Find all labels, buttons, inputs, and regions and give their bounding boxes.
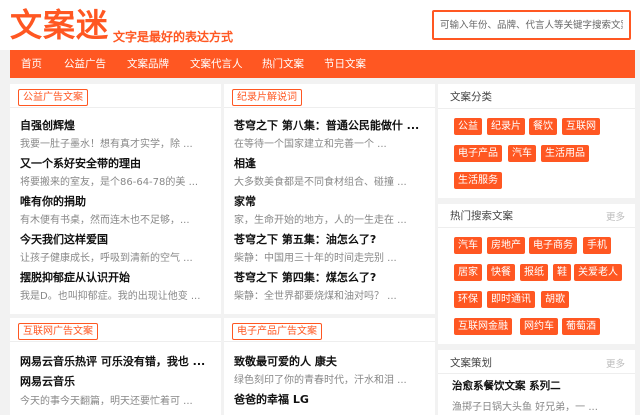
nav-hot[interactable]: 热门文案 xyxy=(262,50,304,78)
sidebar: 文案分类 公益 纪录片 餐饮 互联网 电子产品 汽车 生活用品 生活服务 热门搜… xyxy=(438,84,635,415)
divider xyxy=(438,198,635,204)
article-desc: 家，生命开始的地方，人的一生走在 ... xyxy=(234,215,407,226)
hot-tag[interactable]: 网约车 xyxy=(520,318,558,335)
sidebar-hot-title: 热门搜索文案 xyxy=(450,210,513,222)
category-tag[interactable]: 生活服务 xyxy=(454,172,502,189)
list-item[interactable]: 苍穹之下 第四集：煤怎么了? 柴静：全世界都要烧煤和油对吗？ ... xyxy=(234,268,424,306)
sidebar-cehua-title: 文案策划 xyxy=(450,357,492,369)
site-logo[interactable]: 文案迷 xyxy=(10,6,109,44)
article-title[interactable]: 苍穹之下 第八集：普通公民能做什 ... xyxy=(234,116,424,135)
section-gongyi: 公益广告文案 自强创辉煌 我要一肚子墨水！想有真才实学，除 ... 又一个系好安… xyxy=(10,84,221,314)
hot-tag[interactable]: 居家 xyxy=(454,264,482,281)
divider xyxy=(438,373,635,374)
cehua-item-title[interactable]: 治愈系餐饮文案 系列二 xyxy=(452,378,561,393)
list-item[interactable]: 又一个系好安全带的理由 将要搬来的室友，是个86-64-78的美 ... xyxy=(20,154,210,192)
nav-gongyi[interactable]: 公益广告 xyxy=(64,50,106,78)
section-tag-hulianwang[interactable]: 互联网广告文案 xyxy=(18,323,98,340)
divider xyxy=(438,344,635,350)
article-desc: 在等待一个国家建立和完善一个 ... xyxy=(234,139,387,150)
category-tag[interactable]: 餐饮 xyxy=(529,118,557,135)
article-desc: 我是D。也叫抑郁症。我的出现让他变 ... xyxy=(20,291,201,302)
hot-tag[interactable]: 房地产 xyxy=(487,237,525,254)
hot-tag[interactable]: 手机 xyxy=(583,237,611,254)
section-header: 公益广告文案 xyxy=(10,84,221,108)
article-title[interactable]: 唯有你的捐助 xyxy=(20,192,210,211)
hot-tag[interactable]: 环保 xyxy=(454,291,482,308)
category-tag[interactable]: 公益 xyxy=(454,118,482,135)
article-title[interactable]: 相逢 xyxy=(234,154,424,173)
article-title[interactable]: 摆脱抑郁症从认识开始 xyxy=(20,268,210,287)
list-item[interactable]: 唯有你的捐助 有木便有书桌，然而连木也不足够，... xyxy=(20,192,210,230)
article-title[interactable]: 家常 xyxy=(234,192,424,211)
article-desc: 今天的事今天翻篇，明天还要忙着可 ... xyxy=(20,396,193,407)
article-desc: 大多数美食都是不同食材组合、碰撞 ... xyxy=(234,177,407,188)
section-dianzi: 电子产品广告文案 致敬最可爱的人 康夫 绿色刻印了你的青春时代，汗水和泪 ...… xyxy=(224,318,435,415)
more-link[interactable]: 更多 xyxy=(606,209,625,223)
category-tag[interactable]: 互联网 xyxy=(562,118,600,135)
sidebar-categories-title: 文案分类 xyxy=(450,91,492,103)
nav-spokesperson[interactable]: 文案代言人 xyxy=(190,50,243,78)
list-item[interactable]: 苍穹之下 第八集：普通公民能做什 ... 在等待一个国家建立和完善一个 ... xyxy=(234,116,424,154)
section-header: 互联网广告文案 xyxy=(10,318,221,342)
hot-tag[interactable]: 报纸 xyxy=(520,264,548,281)
article-desc: 柴静：中国用三十年的时间走完别 ... xyxy=(234,253,397,264)
hot-tag[interactable]: 关爱老人 xyxy=(574,264,622,281)
category-tag[interactable]: 纪录片 xyxy=(487,118,525,135)
divider xyxy=(438,108,635,109)
divider xyxy=(438,227,635,228)
nav-festival[interactable]: 节日文案 xyxy=(324,50,366,78)
list-item[interactable]: 家常 家，生命开始的地方，人的一生走在 ... xyxy=(234,192,424,230)
category-tag[interactable]: 汽车 xyxy=(508,145,536,162)
category-tag[interactable]: 电子产品 xyxy=(454,145,502,162)
list-item[interactable]: 苍穹之下 第五集：油怎么了? 柴静：中国用三十年的时间走完别 ... xyxy=(234,230,424,268)
list-item[interactable]: 今天我们这样爱国 让孩子健康成长，呼吸到清新的空气 ... xyxy=(20,230,210,268)
list-item[interactable]: 摆脱抑郁症从认识开始 我是D。也叫抑郁症。我的出现让他变 ... xyxy=(20,268,210,306)
hot-tag[interactable]: 胡歌 xyxy=(541,291,569,308)
section-tag-jilupian[interactable]: 纪录片解说词 xyxy=(232,89,302,106)
hot-tag[interactable]: 互联网金融 xyxy=(454,318,512,335)
article-desc: 我要一肚子墨水！想有真才实学，除 ... xyxy=(20,139,193,150)
list-item[interactable]: 爸爸的幸福 LG xyxy=(234,390,424,409)
section-jilupian: 纪录片解说词 苍穹之下 第八集：普通公民能做什 ... 在等待一个国家建立和完善… xyxy=(224,84,435,314)
nav-brand[interactable]: 文案品牌 xyxy=(127,50,169,78)
article-title[interactable]: 苍穹之下 第五集：油怎么了? xyxy=(234,230,424,249)
article-desc: 柴静：全世界都要烧煤和油对吗？ ... xyxy=(234,291,397,302)
list-item[interactable]: 自强创辉煌 我要一肚子墨水！想有真才实学，除 ... xyxy=(20,116,210,154)
hot-tag[interactable]: 电子商务 xyxy=(529,237,577,254)
list-item[interactable]: 致敬最可爱的人 康夫 绿色刻印了你的青春时代，汗水和泪 ... xyxy=(234,352,424,390)
article-title[interactable]: 爸爸的幸福 LG xyxy=(234,390,424,409)
article-title[interactable]: 苍穹之下 第四集：煤怎么了? xyxy=(234,268,424,287)
search-input[interactable] xyxy=(432,10,631,40)
article-desc: 绿色刻印了你的青春时代，汗水和泪 ... xyxy=(234,375,407,386)
section-tag-dianzi[interactable]: 电子产品广告文案 xyxy=(232,323,322,340)
hot-tag[interactable]: 鞋 xyxy=(553,264,571,281)
article-title[interactable]: 又一个系好安全带的理由 xyxy=(20,154,210,173)
hot-tag[interactable]: 快餐 xyxy=(487,264,515,281)
section-header: 纪录片解说词 xyxy=(224,84,435,108)
list-item[interactable]: 相逢 大多数美食都是不同食材组合、碰撞 ... xyxy=(234,154,424,192)
hot-tag[interactable]: 即时通讯 xyxy=(487,291,535,308)
article-title[interactable]: 今天我们这样爱国 xyxy=(20,230,210,249)
more-link[interactable]: 更多 xyxy=(606,356,625,370)
article-desc: 将要搬来的室友，是个86-64-78的美 ... xyxy=(20,177,199,188)
article-desc: 让孩子健康成长，呼吸到清新的空气 ... xyxy=(20,253,193,264)
hot-tag[interactable]: 葡萄酒 xyxy=(562,318,600,335)
hot-tag[interactable]: 汽车 xyxy=(454,237,482,254)
section-tag-gongyi[interactable]: 公益广告文案 xyxy=(18,89,88,106)
list-item[interactable]: 网易云音乐热评 可乐没有错，我也 ... 网易云音乐 今天的事今天翻篇，明天还要… xyxy=(20,352,210,411)
section-hulianwang: 互联网广告文案 网易云音乐热评 可乐没有错，我也 ... 网易云音乐 今天的事今… xyxy=(10,318,221,415)
article-title[interactable]: 网易云音乐热评 可乐没有错，我也 ... 网易云音乐 xyxy=(20,352,210,392)
nav-home[interactable]: 首页 xyxy=(21,50,42,78)
category-tag[interactable]: 生活用品 xyxy=(541,145,589,162)
cehua-item-desc: 渔掷子日锅大头鱼 好兄弟，一 ... xyxy=(452,402,598,413)
main-nav: 首页 公益广告 文案品牌 文案代言人 热门文案 节日文案 xyxy=(10,50,635,78)
article-title[interactable]: 致敬最可爱的人 康夫 xyxy=(234,352,424,371)
site-slogan: 文字是最好的表达方式 xyxy=(113,30,234,44)
article-title[interactable]: 自强创辉煌 xyxy=(20,116,210,135)
article-desc: 有木便有书桌，然而连木也不足够，... xyxy=(20,215,190,226)
section-header: 电子产品广告文案 xyxy=(224,318,435,342)
site-header: 文案迷 文字是最好的表达方式 xyxy=(0,0,640,50)
